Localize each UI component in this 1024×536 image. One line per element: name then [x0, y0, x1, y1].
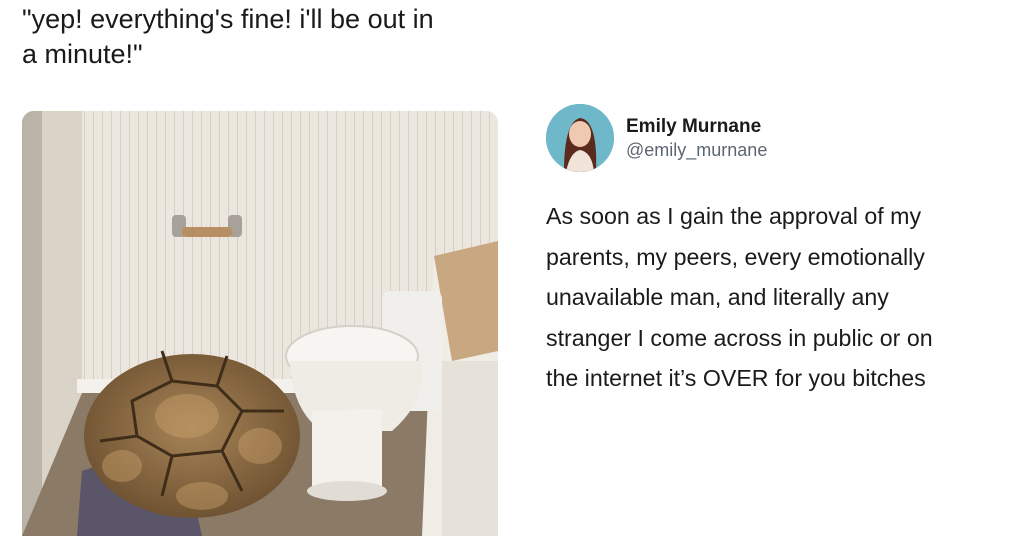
- avatar[interactable]: [546, 104, 614, 172]
- author-handle[interactable]: @emily_murnane: [626, 139, 767, 161]
- tortoise-photo: [22, 111, 498, 536]
- tweet-header: Emily Murnane @emily_murnane: [546, 103, 767, 173]
- tweet-line: stranger I come across in public or on: [546, 324, 933, 351]
- tweet-author: Emily Murnane @emily_murnane: [626, 115, 767, 161]
- tweet-line: the internet it’s OVER for you bitches: [546, 365, 926, 391]
- tweet-line: As soon as I gain the approval of my: [546, 203, 922, 229]
- tweet-line: unavailable man, and literally any: [546, 284, 889, 310]
- caption-line-2: a minute!": [22, 39, 143, 69]
- meme-caption: "yep! everything's fine! i'll be out in …: [22, 2, 492, 72]
- tweet-body: As soon as I gain the approval of my par…: [546, 196, 1016, 399]
- tweet-line: parents, my peers, every emotionally: [546, 243, 925, 270]
- caption-line-1: "yep! everything's fine! i'll be out in: [22, 4, 434, 34]
- author-display-name[interactable]: Emily Murnane: [626, 115, 767, 139]
